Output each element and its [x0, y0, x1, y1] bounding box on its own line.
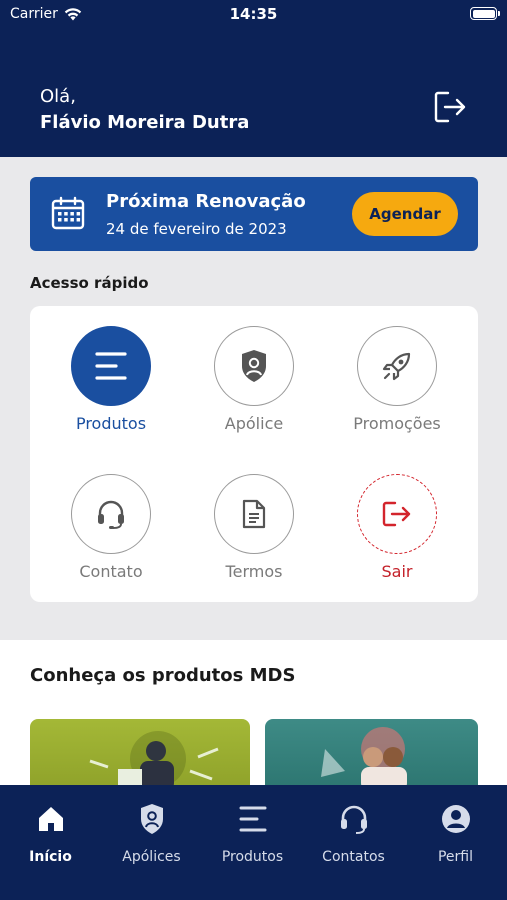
battery-icon — [470, 7, 500, 20]
schedule-button[interactable]: Agendar — [352, 192, 458, 236]
status-bar: Carrier 14:35 — [0, 0, 507, 30]
product-card-image — [89, 731, 219, 789]
quick-access-label: Apólice — [224, 414, 284, 433]
user-circle-icon — [441, 805, 470, 833]
quick-access-promotions[interactable]: Promoções — [327, 326, 467, 433]
renewal-date: 24 de fevereiro de 2023 — [106, 220, 287, 238]
menu-lines-icon — [95, 352, 127, 380]
quick-access-products[interactable]: Produtos — [41, 326, 181, 433]
products-circle — [71, 326, 151, 406]
tab-produtos[interactable]: Produtos — [202, 803, 303, 865]
logout-icon[interactable] — [432, 90, 468, 124]
document-icon — [242, 499, 266, 529]
tab-perfil[interactable]: Perfil — [405, 803, 506, 865]
renewal-title: Próxima Renovação — [106, 191, 306, 212]
shield-person-icon — [242, 350, 266, 382]
status-time: 14:35 — [229, 5, 278, 23]
tab-apolices[interactable]: Apólices — [101, 803, 202, 865]
quick-access-label: Produtos — [75, 414, 147, 433]
quick-access-contact[interactable]: Contato — [41, 474, 181, 581]
contact-circle — [71, 474, 151, 554]
rocket-icon — [382, 352, 411, 381]
shield-person-icon — [140, 804, 163, 834]
menu-lines-icon — [239, 806, 266, 832]
quick-access-logout[interactable]: Sair — [327, 474, 467, 581]
logout-icon — [382, 501, 411, 527]
headset-icon — [98, 500, 124, 529]
home-icon — [38, 807, 63, 831]
product-card[interactable] — [30, 719, 250, 789]
quick-access-label: Sair — [381, 562, 413, 581]
tab-label: Início — [29, 849, 72, 865]
tab-label: Apólices — [122, 849, 181, 865]
tab-label: Contatos — [322, 849, 385, 865]
product-card-image — [321, 727, 407, 789]
tab-label: Produtos — [221, 849, 284, 865]
terms-circle — [214, 474, 294, 554]
tab-label: Perfil — [437, 849, 474, 865]
app-header: Carrier 14:35 Olá, Flávio Moreira Dutra — [0, 0, 507, 157]
quick-access-label: Promoções — [353, 414, 441, 433]
renewal-banner: Próxima Renovação 24 de fevereiro de 202… — [30, 177, 478, 251]
tab-contatos[interactable]: Contatos — [303, 803, 404, 865]
product-card[interactable] — [265, 719, 478, 789]
tab-inicio[interactable]: Início — [0, 803, 101, 865]
user-name: Flávio Moreira Dutra — [40, 112, 250, 133]
headset-icon — [340, 805, 367, 834]
quick-access-title: Acesso rápido — [30, 274, 149, 292]
quick-access-terms[interactable]: Termos — [184, 474, 324, 581]
calendar-icon — [51, 196, 85, 230]
quick-access-policy[interactable]: Apólice — [184, 326, 324, 433]
logout-circle — [357, 474, 437, 554]
quick-access-card: Produtos Apólice Promoções Contato Termo… — [30, 306, 478, 602]
greeting-text: Olá, — [40, 86, 76, 107]
promotions-circle — [357, 326, 437, 406]
policy-circle — [214, 326, 294, 406]
quick-access-label: Contato — [79, 562, 143, 581]
products-title: Conheça os produtos MDS — [30, 665, 296, 686]
products-section: Conheça os produtos MDS — [0, 640, 507, 789]
quick-access-label: Termos — [225, 562, 283, 581]
bottom-tab-bar: Início Apólices Produtos Contatos Perfil — [0, 785, 507, 900]
